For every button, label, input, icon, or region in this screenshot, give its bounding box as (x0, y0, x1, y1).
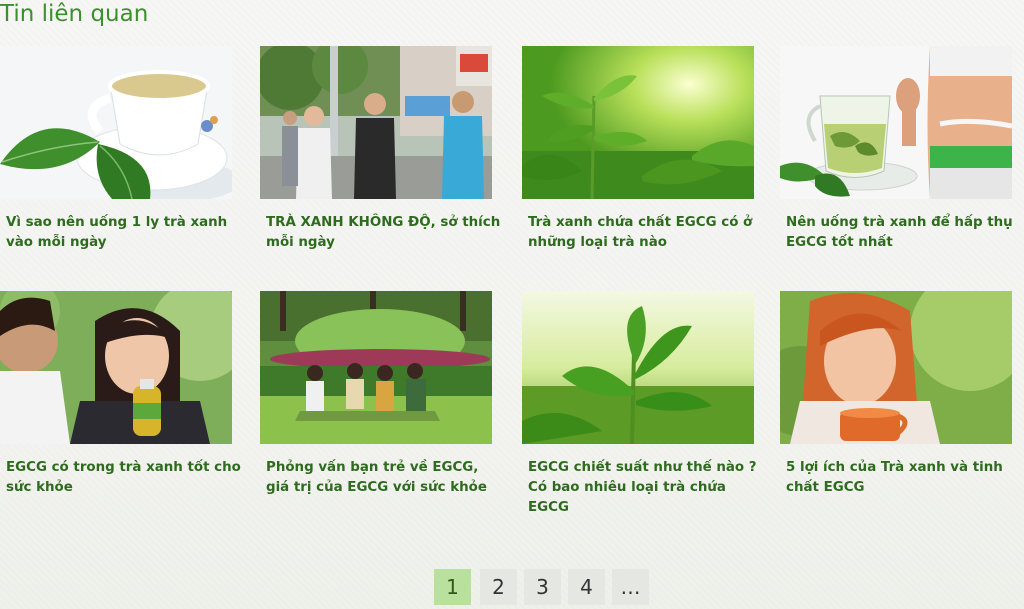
woman-tea-image (780, 291, 1012, 444)
article-title[interactable]: Vì sao nên uống 1 ly trà xanh vào mỗi ng… (6, 213, 242, 253)
section-title: Tin liên quan (0, 1, 149, 27)
article-title[interactable]: Trà xanh chứa chất EGCG có ở những loại … (528, 213, 764, 253)
tea-sprouts-image (522, 46, 754, 199)
park-group-image (260, 291, 492, 444)
article-thumbnail[interactable] (260, 46, 492, 199)
page-1-button[interactable]: 1 (434, 569, 471, 605)
article-thumbnail[interactable] (522, 46, 754, 199)
page-3-button[interactable]: 3 (524, 569, 561, 605)
article-title[interactable]: Nên uống trà xanh để hấp thụ EGCG tốt nh… (786, 213, 1022, 253)
street-people-image (260, 46, 492, 199)
article-thumbnail[interactable] (780, 46, 1012, 199)
article-thumbnail[interactable] (522, 291, 754, 444)
article-title[interactable]: EGCG chiết suất như thế nào ? Có bao nhi… (528, 458, 764, 518)
smiling-girl-image (0, 291, 232, 444)
article-title[interactable]: Phỏng vấn bạn trẻ về EGCG, giá trị của E… (266, 458, 502, 498)
page-2-button[interactable]: 2 (480, 569, 517, 605)
article-thumbnail[interactable] (0, 46, 232, 199)
article-title[interactable]: TRÀ XANH KHÔNG ĐỘ, sở thích mỗi ngày (266, 213, 502, 253)
tea-glass-waist-image (780, 46, 1012, 199)
page-4-button[interactable]: 4 (568, 569, 605, 605)
article-title[interactable]: 5 lợi ích của Trà xanh và tinh chất EGCG (786, 458, 1022, 498)
article-thumbnail[interactable] (260, 291, 492, 444)
article-title[interactable]: EGCG có trong trà xanh tốt cho sức khỏe (6, 458, 242, 498)
tea-cup-image (0, 46, 232, 199)
article-thumbnail[interactable] (0, 291, 232, 444)
tea-bud-image (522, 291, 754, 444)
more-pages-button[interactable]: … (612, 569, 649, 605)
article-thumbnail[interactable] (780, 291, 1012, 444)
